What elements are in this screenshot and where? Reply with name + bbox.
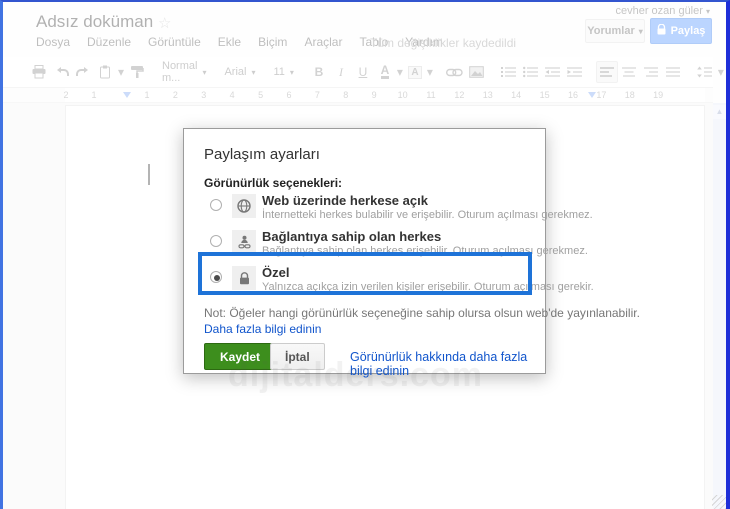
watermark: dijitalders.com [228, 356, 483, 394]
annotation-highlight-box [198, 252, 532, 295]
option-title: Web üzerinde herkese açık [262, 193, 428, 208]
browser-window: Adsız doküman ☆ Dosya Düzenle Görüntüle … [0, 0, 730, 509]
sharing-settings-dialog: Paylaşım ayarları Görünürlük seçenekleri… [183, 128, 640, 378]
dialog-note: Not: Öğeler hangi görünürlük seçeneğine … [204, 306, 640, 320]
learn-more-link[interactable]: Daha fazla bilgi edinin [204, 322, 321, 336]
visibility-options-label: Görünürlük seçenekleri: [204, 176, 343, 190]
option-title: Bağlantıya sahip olan herkes [262, 229, 442, 244]
option-description: İnternetteki herkes bulabilir ve erişebi… [262, 209, 593, 221]
dialog-title: Paylaşım ayarları [204, 146, 320, 163]
option-public[interactable]: Web üzerinde herkese açık İnternetteki h… [184, 193, 593, 227]
resize-grip-icon[interactable] [712, 495, 726, 509]
radio-anyone-with-link[interactable] [210, 235, 222, 247]
globe-icon [232, 194, 256, 218]
radio-public[interactable] [210, 199, 222, 211]
link-people-icon [232, 230, 256, 254]
